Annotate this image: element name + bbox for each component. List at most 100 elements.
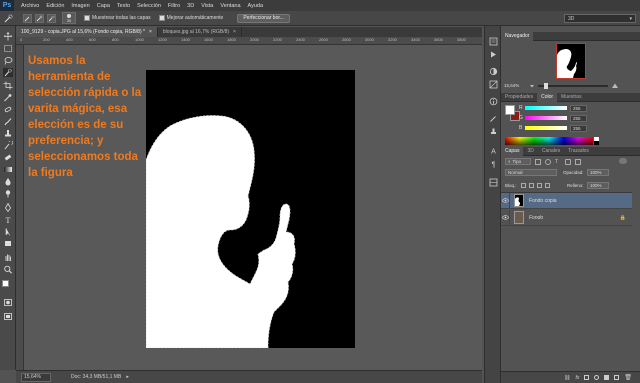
tab-layers[interactable]: Capas	[501, 146, 524, 156]
crop-tool-icon[interactable]	[3, 81, 13, 90]
navigator-thumbnail[interactable]	[556, 43, 586, 79]
layer-style-icon[interactable]: fx	[575, 375, 579, 381]
filter-toggle[interactable]	[619, 158, 627, 164]
menu-3d[interactable]: 3D	[187, 3, 194, 9]
character-icon[interactable]: A	[489, 146, 498, 156]
paragraph-icon[interactable]: ¶	[489, 159, 498, 169]
brush-size-picker[interactable]: 30	[62, 12, 76, 24]
chevron-right-icon[interactable]: ▸	[126, 374, 129, 380]
move-tool-icon[interactable]	[3, 32, 13, 41]
zoom-slider-thumb[interactable]	[544, 83, 548, 89]
layer-comps-icon[interactable]	[489, 178, 498, 187]
zoom-out-icon[interactable]	[529, 83, 535, 89]
history-brush-icon[interactable]	[3, 141, 13, 150]
lasso-tool-icon[interactable]	[3, 56, 13, 65]
actions-icon[interactable]	[489, 50, 498, 59]
clone-source-icon[interactable]	[489, 127, 498, 136]
green-value[interactable]: 255	[570, 114, 587, 122]
clone-stamp-icon[interactable]	[3, 129, 13, 138]
blue-value[interactable]: 255	[570, 124, 587, 132]
path-selection-icon[interactable]	[3, 227, 13, 236]
lock-pixels-icon[interactable]	[529, 183, 534, 188]
screen-mode-icon[interactable]	[3, 312, 13, 321]
marquee-tool-icon[interactable]	[3, 44, 13, 53]
dodge-tool-icon[interactable]	[3, 189, 13, 198]
tab-navigator[interactable]: Navegador	[501, 31, 534, 41]
subtract-from-selection-brush-icon[interactable]	[47, 13, 56, 23]
new-selection-brush-icon[interactable]	[23, 13, 32, 23]
refine-edge-button[interactable]: Perfeccionar bor...	[237, 13, 290, 23]
document-canvas[interactable]	[146, 70, 355, 348]
new-layer-icon[interactable]	[614, 375, 620, 380]
zoom-tool-icon[interactable]	[3, 265, 13, 274]
blue-slider[interactable]	[525, 126, 567, 130]
fill-field[interactable]: 100%	[587, 182, 609, 189]
styles-icon[interactable]	[489, 80, 498, 89]
color-spectrum-ramp[interactable]	[505, 137, 593, 145]
menu-capa[interactable]: Capa	[97, 3, 110, 9]
lock-position-icon[interactable]	[537, 183, 542, 188]
opacity-field[interactable]: 100%	[587, 169, 609, 176]
tab-color[interactable]: Color	[537, 92, 558, 102]
foreground-color-swatch[interactable]	[2, 280, 9, 287]
quick-selection-tool-icon[interactable]	[4, 13, 13, 23]
info-icon[interactable]	[489, 97, 498, 106]
zoom-field[interactable]: 15,64%	[21, 372, 51, 382]
lock-all-icon[interactable]	[545, 183, 550, 188]
layer-name[interactable]: Fondo	[529, 215, 543, 221]
quick-mask-icon[interactable]	[3, 298, 13, 307]
black-ramp-swatch[interactable]	[594, 141, 599, 145]
menu-filtro[interactable]: Filtro	[168, 3, 180, 9]
layer-row[interactable]: Fondo copia	[501, 192, 632, 209]
shape-filter-icon[interactable]	[565, 158, 571, 165]
close-icon[interactable]: ×	[233, 29, 236, 35]
brush-tool-icon[interactable]	[3, 117, 13, 126]
menu-archivo[interactable]: Archivo	[21, 3, 39, 9]
shape-tool-icon[interactable]	[3, 239, 13, 248]
menu-edicion[interactable]: Edición	[46, 3, 64, 9]
pixel-filter-icon[interactable]	[535, 158, 541, 165]
menu-imagen[interactable]: Imagen	[71, 3, 89, 9]
workspace-select[interactable]: 3D ▾	[564, 14, 636, 23]
trash-icon[interactable]: 🗑	[624, 374, 632, 381]
red-slider[interactable]	[525, 106, 567, 110]
layer-row[interactable]: Fondo 🔒	[501, 209, 632, 226]
tab-document-2[interactable]: bloques.jpg al 16,7% (RGB/8) ×	[158, 27, 242, 37]
navigator-zoom-slider[interactable]	[529, 83, 619, 89]
hand-tool-icon[interactable]	[3, 253, 13, 262]
adjustments-icon[interactable]	[489, 67, 498, 76]
tab-paths[interactable]: Trazados	[564, 147, 593, 156]
visibility-eye-icon[interactable]	[501, 192, 510, 209]
visibility-eye-icon[interactable]	[501, 209, 510, 226]
menu-seleccion[interactable]: Selección	[137, 3, 161, 9]
zoom-in-icon[interactable]	[611, 83, 619, 89]
type-filter-icon[interactable]: T	[555, 159, 561, 165]
menu-ayuda[interactable]: Ayuda	[248, 3, 264, 9]
lock-transparency-icon[interactable]	[521, 183, 526, 188]
blur-tool-icon[interactable]	[3, 177, 13, 186]
tab-properties[interactable]: Propiedades	[501, 93, 537, 102]
auto-enhance-checkbox[interactable]	[158, 15, 165, 21]
history-icon[interactable]	[489, 37, 498, 46]
sample-all-layers-checkbox[interactable]	[84, 15, 90, 21]
blend-mode-select[interactable]: Normal	[505, 169, 557, 176]
menu-ventana[interactable]: Ventana	[220, 3, 240, 9]
adjustment-layer-icon[interactable]	[594, 375, 600, 380]
type-tool-icon[interactable]: T	[3, 215, 13, 224]
layer-filter-select[interactable]: ⌕ Tipo	[505, 158, 531, 165]
green-slider[interactable]	[525, 116, 567, 120]
adjustment-filter-icon[interactable]	[545, 158, 551, 165]
menu-vista[interactable]: Vista	[201, 3, 213, 9]
link-layers-icon[interactable]: ⛓	[564, 375, 570, 381]
brush-preset-icon[interactable]	[489, 114, 498, 123]
pen-tool-icon[interactable]	[3, 203, 13, 212]
smart-object-filter-icon[interactable]	[575, 158, 581, 165]
close-icon[interactable]: ×	[149, 29, 152, 35]
tab-swatches[interactable]: Muestras	[557, 93, 586, 102]
eraser-tool-icon[interactable]	[3, 153, 13, 162]
quick-selection-icon[interactable]	[3, 68, 13, 77]
add-mask-icon[interactable]	[584, 375, 590, 380]
layer-name[interactable]: Fondo copia	[529, 198, 557, 204]
red-value[interactable]: 255	[570, 104, 587, 112]
healing-brush-icon[interactable]	[3, 105, 13, 114]
